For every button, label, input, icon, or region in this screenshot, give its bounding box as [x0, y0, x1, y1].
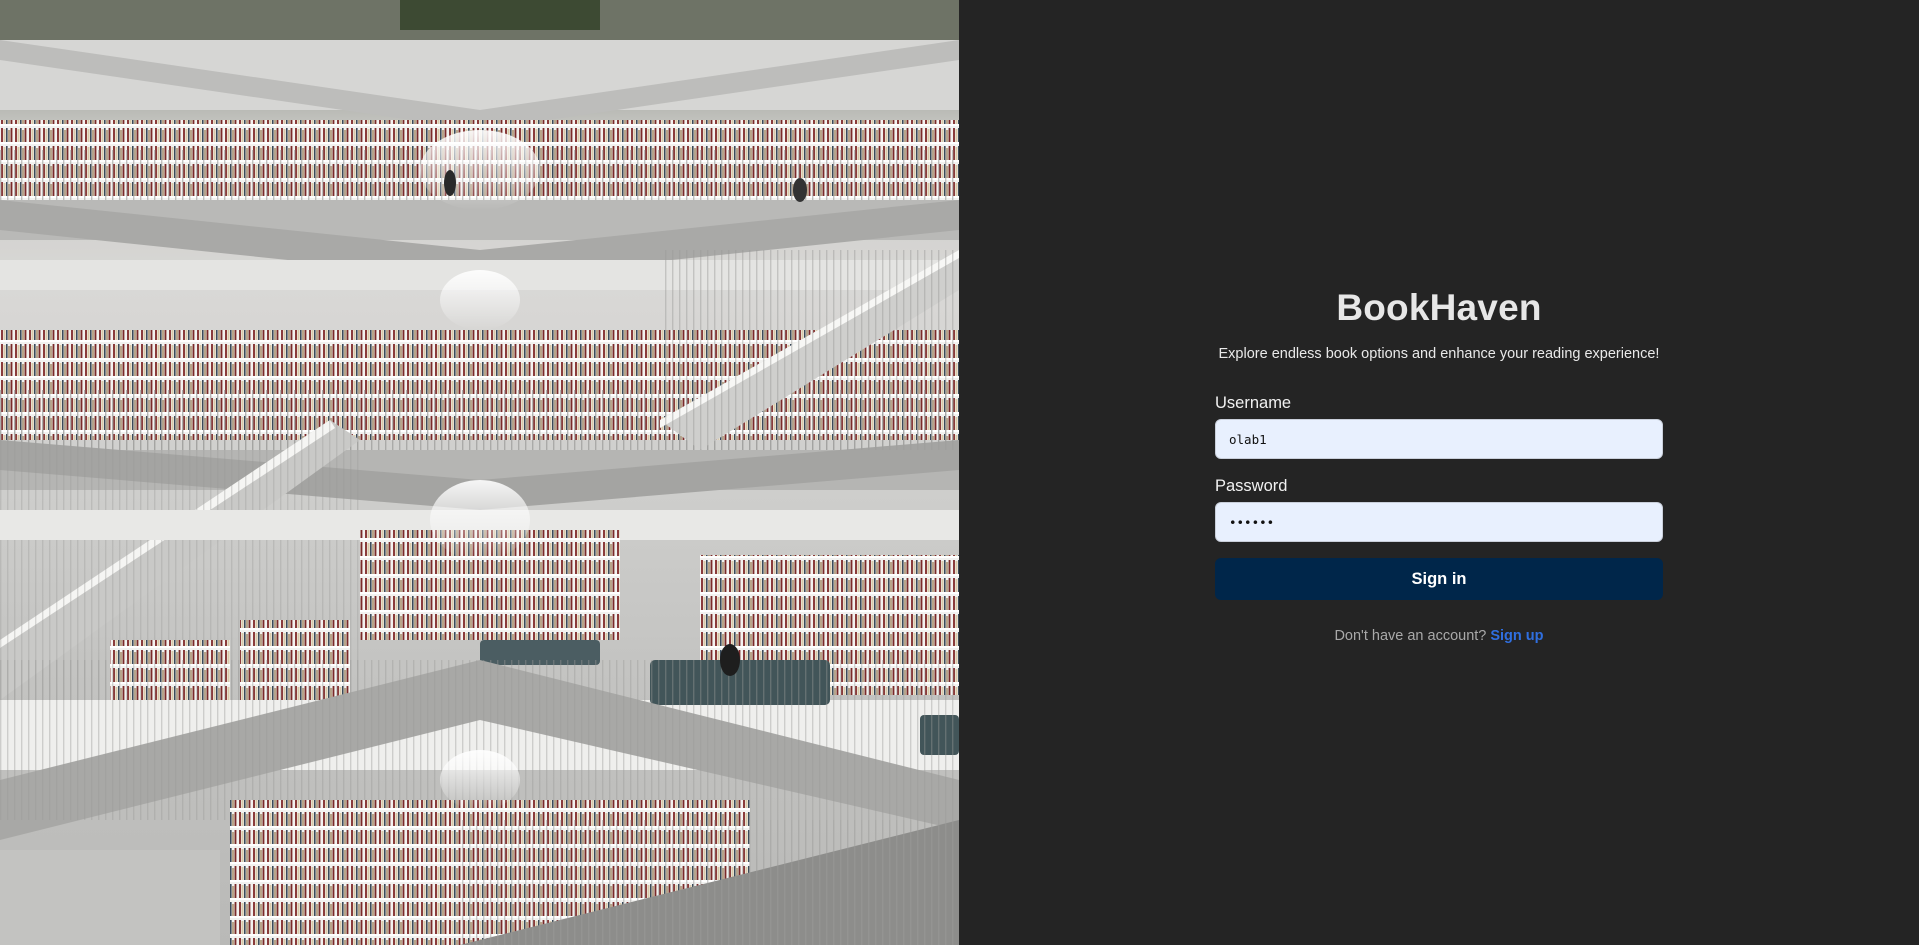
- sign-in-button[interactable]: Sign in: [1215, 558, 1663, 600]
- app-tagline: Explore endless book options and enhance…: [1218, 346, 1660, 362]
- app-title: BookHaven: [1336, 287, 1542, 328]
- login-form: BookHaven Explore endless book options a…: [1215, 284, 1663, 646]
- auth-panel: BookHaven Explore endless book options a…: [959, 0, 1919, 945]
- password-label: Password: [1215, 477, 1288, 495]
- login-page: BookHaven Explore endless book options a…: [0, 0, 1919, 945]
- hero-library-image: [0, 0, 959, 945]
- signup-prompt: Don't have an account?: [1334, 628, 1487, 644]
- username-input[interactable]: [1215, 419, 1663, 459]
- library-illustration: [0, 0, 959, 945]
- signup-row: Don't have an account? Sign up: [1215, 626, 1663, 646]
- username-label: Username: [1215, 394, 1292, 412]
- sign-up-link[interactable]: Sign up: [1490, 628, 1543, 644]
- password-input[interactable]: [1215, 502, 1663, 542]
